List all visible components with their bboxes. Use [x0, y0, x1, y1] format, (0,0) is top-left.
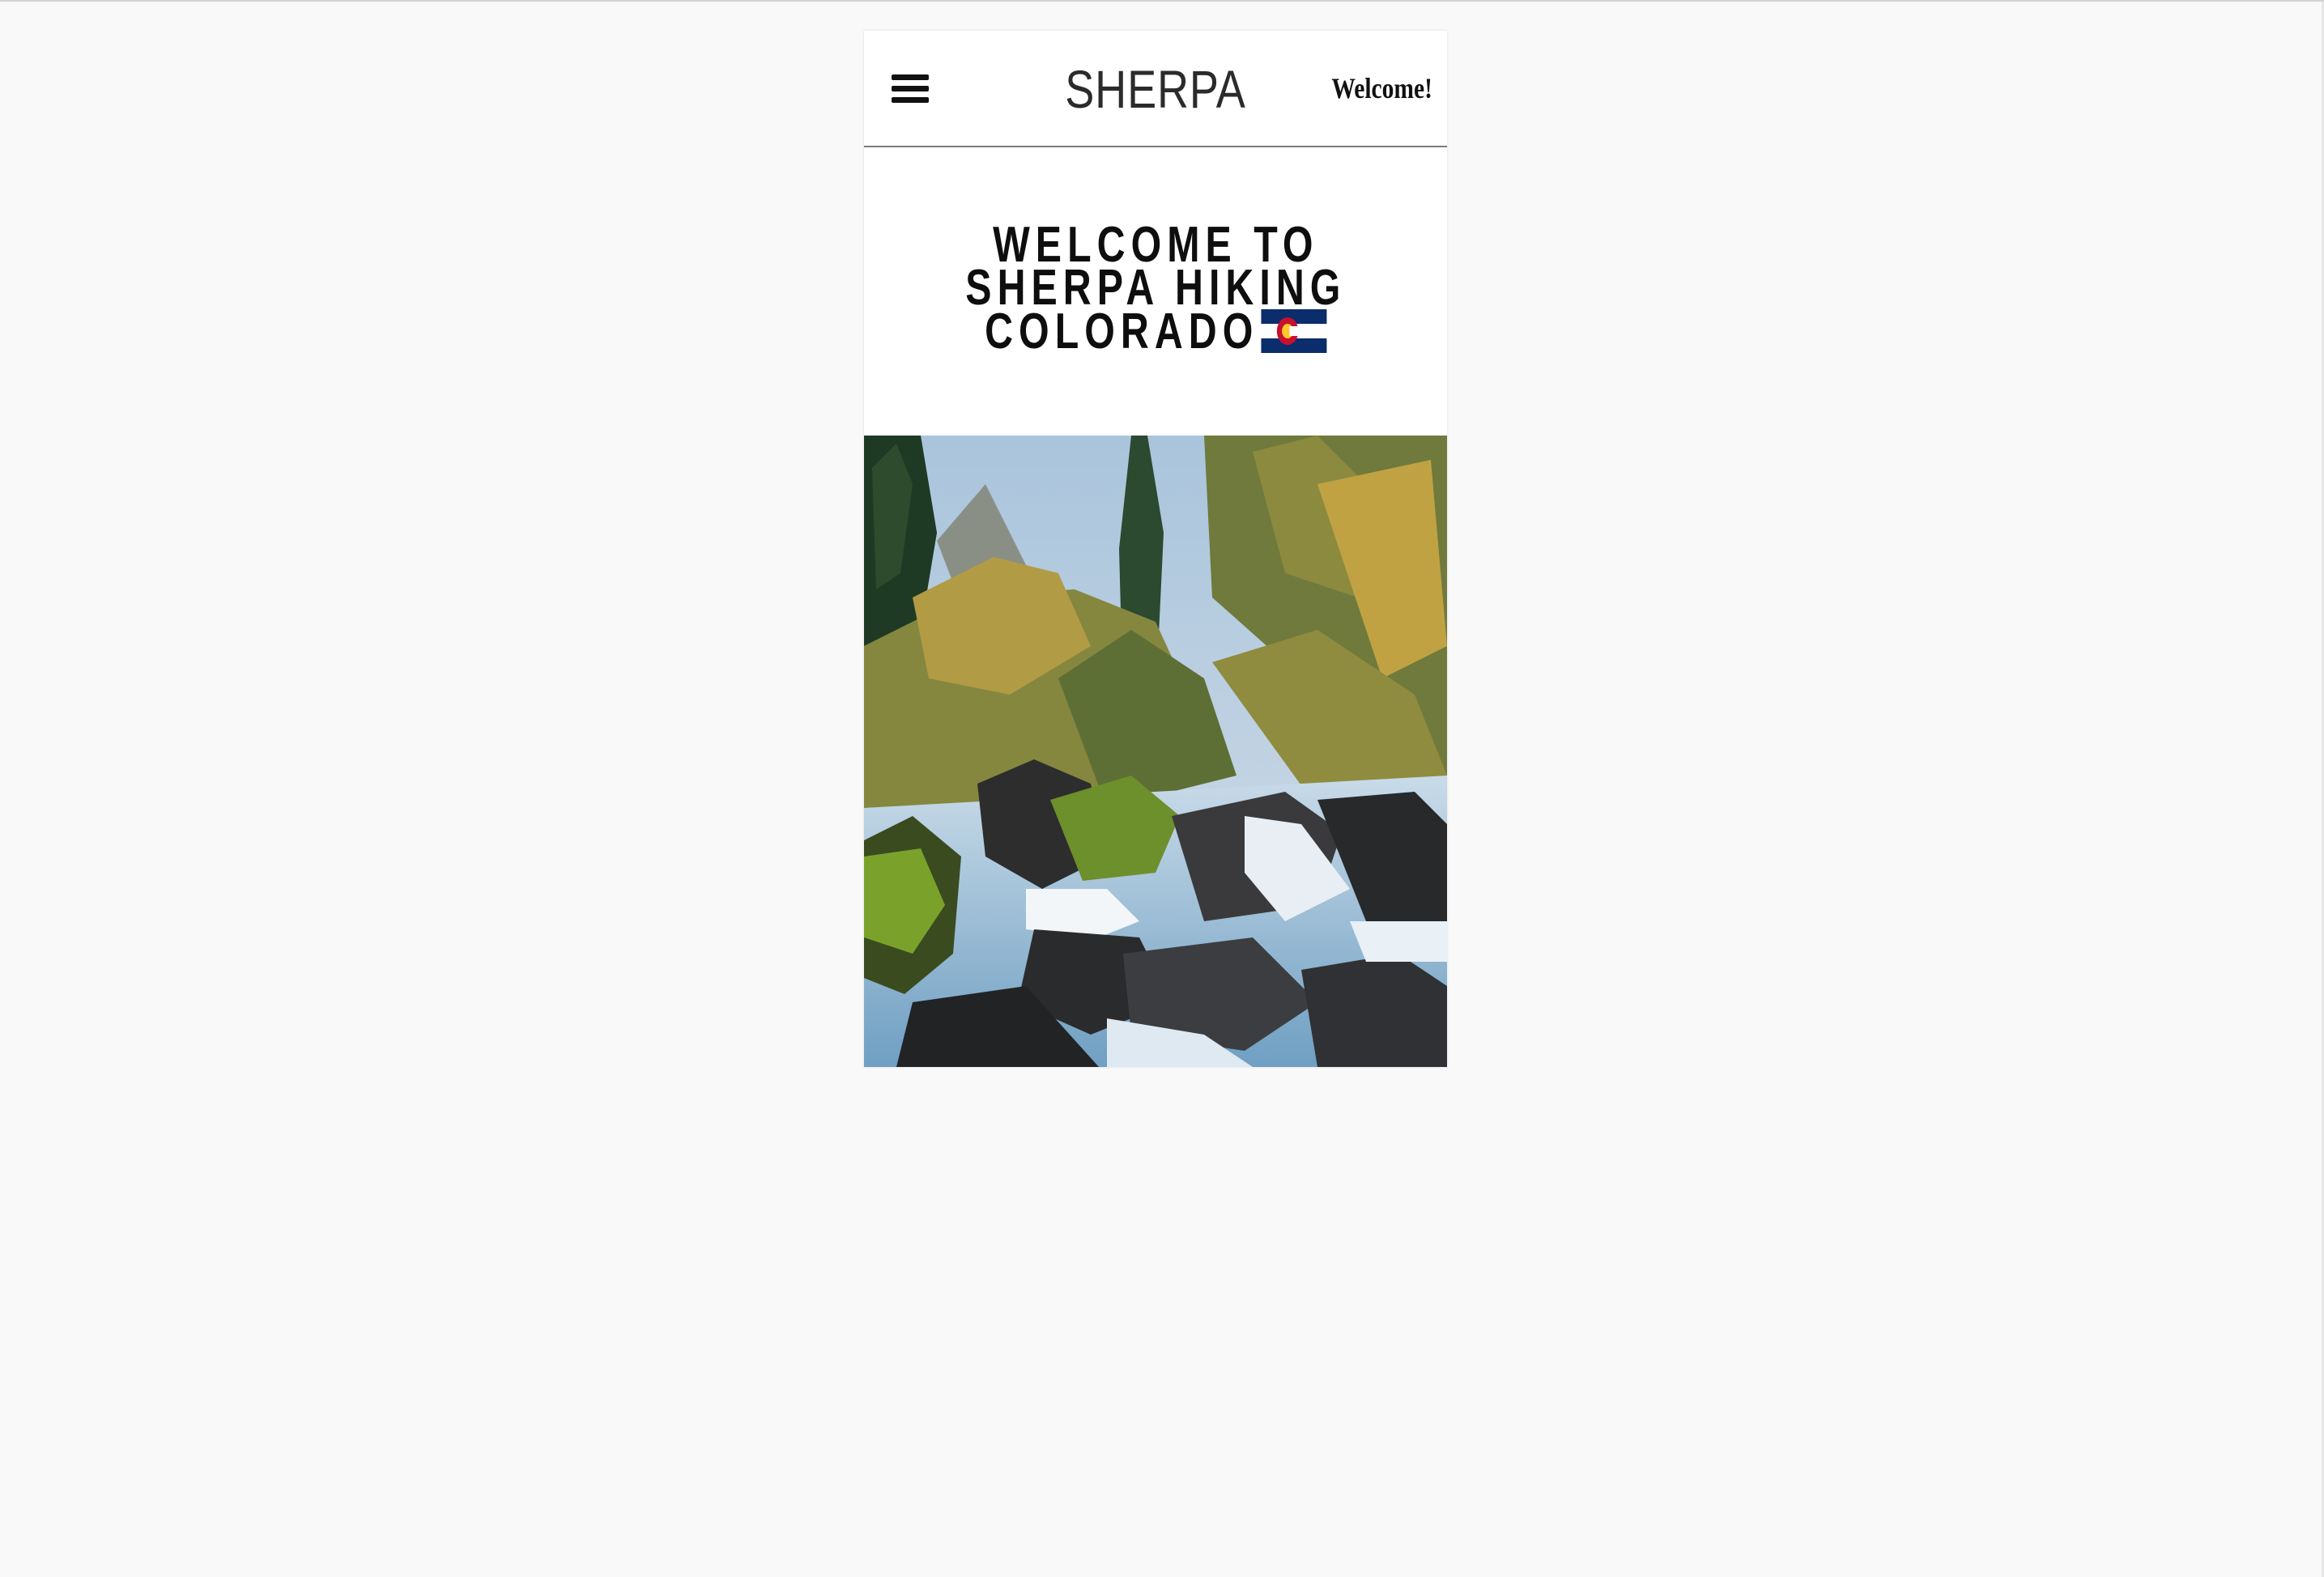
- colorado-flag-icon: [1261, 309, 1327, 353]
- page: SHERPA Welcome! WELCOME TO SHERPA HIKING…: [0, 0, 2324, 1577]
- mobile-app-frame: SHERPA Welcome! WELCOME TO SHERPA HIKING…: [864, 31, 1447, 1067]
- hero-heading-line-3-text: COLORADO: [984, 304, 1259, 359]
- hero-heading: WELCOME TO SHERPA HIKING COLORADO: [965, 220, 1346, 357]
- welcome-link[interactable]: Welcome!: [1331, 71, 1432, 105]
- hero-heading-section: WELCOME TO SHERPA HIKING COLORADO: [864, 220, 1447, 357]
- brand-title[interactable]: SHERPA: [917, 58, 1394, 120]
- mountain-stream-waterfall-photo: [864, 436, 1447, 1067]
- hero-heading-line-3: COLORADO: [965, 307, 1346, 357]
- top-navigation-bar: SHERPA Welcome!: [864, 31, 1447, 147]
